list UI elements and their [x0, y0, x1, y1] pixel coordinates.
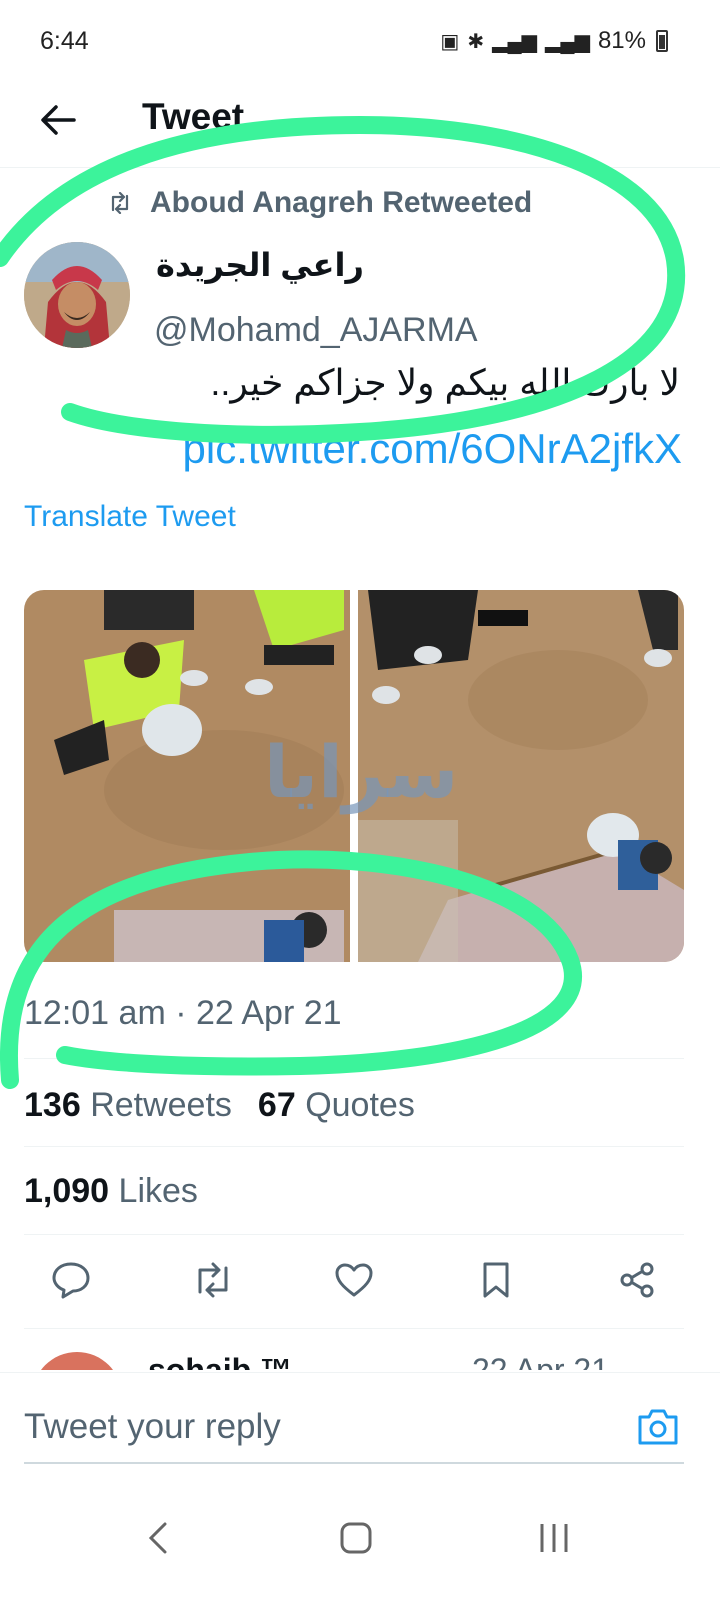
- bookmark-button[interactable]: [471, 1252, 521, 1308]
- camera-button[interactable]: [636, 1407, 680, 1447]
- translate-tweet-link[interactable]: Translate Tweet: [24, 500, 236, 534]
- nav-home-button[interactable]: [326, 1508, 386, 1568]
- reply-button[interactable]: [46, 1252, 96, 1308]
- nav-back-button[interactable]: [128, 1508, 188, 1568]
- reply-avatar: [32, 1352, 122, 1370]
- back-button[interactable]: [30, 92, 86, 148]
- tweet-timestamp: 12:01 am · 22 Apr 21: [24, 994, 342, 1032]
- engagement-stats: 136 Retweets 67 Quotes: [24, 1086, 415, 1125]
- share-button[interactable]: [612, 1252, 662, 1308]
- reply-input[interactable]: Tweet your reply: [24, 1407, 281, 1447]
- retweets-label: Retweets: [90, 1086, 232, 1124]
- likes-count: 1,090: [24, 1172, 110, 1210]
- notification-icon: ▣: [440, 30, 460, 53]
- divider: [24, 1234, 684, 1235]
- bookmark-icon: [483, 1262, 508, 1298]
- divider: [24, 1058, 684, 1059]
- signal-icon: ▂▄▆: [492, 30, 538, 53]
- retweets-count: 136: [24, 1086, 81, 1124]
- likes-stats: 1,090 Likes: [24, 1172, 198, 1211]
- camera-icon: [638, 1409, 678, 1445]
- status-bar: 6:44 ▣ ✱ ▂▄▆ ▂▄▆ 81%: [0, 0, 720, 80]
- status-time: 6:44: [40, 27, 89, 55]
- nav-recents-icon: [540, 1524, 568, 1552]
- share-icon: [620, 1262, 654, 1298]
- signal-4g-icon: ▂▄▆: [545, 30, 590, 53]
- header: Tweet: [0, 80, 720, 168]
- status-icons: ▣ ✱ ▂▄▆ ▂▄▆ 81%: [440, 27, 668, 55]
- watermark: سرايا: [264, 730, 459, 814]
- likes-stat[interactable]: 1,090 Likes: [24, 1172, 198, 1211]
- retweet-small-icon: [111, 192, 129, 214]
- tweet-media-link[interactable]: pic.twitter.com/6ONrA2jfkX: [183, 425, 682, 473]
- page-title: Tweet: [142, 96, 245, 137]
- battery-icon: [656, 30, 668, 52]
- quotes-count: 67: [257, 1086, 296, 1124]
- retweeted-by[interactable]: Aboud Anagreh Retweeted: [108, 186, 532, 220]
- retweeted-by-label: Aboud Anagreh Retweeted: [150, 186, 533, 219]
- like-icon: [335, 1263, 373, 1297]
- reply-icon: [52, 1262, 90, 1299]
- user-handle[interactable]: @Mohamd_AJARMA: [154, 311, 478, 350]
- nav-recents-button[interactable]: [524, 1508, 584, 1568]
- reply-author-name: sohaib ™: [148, 1352, 293, 1370]
- retweets-stat[interactable]: 136 Retweets: [24, 1086, 232, 1125]
- reply-date: 22 Apr 21: [472, 1352, 609, 1370]
- nav-back-icon: [148, 1522, 167, 1554]
- battery-percent: 81%: [597, 27, 646, 54]
- retweet-icon: [198, 1262, 227, 1298]
- avatar[interactable]: [24, 242, 130, 348]
- divider: [24, 1146, 684, 1147]
- quotes-stat[interactable]: 67 Quotes: [258, 1086, 415, 1125]
- retweet-button[interactable]: [188, 1252, 238, 1308]
- back-arrow-icon: [41, 105, 76, 135]
- reply-preview[interactable]: sohaib ™ 22 Apr 21: [0, 1330, 720, 1370]
- tweet-media[interactable]: سرايا: [24, 590, 684, 962]
- quotes-label: Quotes: [305, 1086, 415, 1124]
- tweet-action-bar: [24, 1252, 684, 1312]
- nav-home-icon: [340, 1522, 372, 1554]
- bluetooth-icon: ✱: [467, 30, 485, 53]
- display-name[interactable]: راعي الجريدة: [156, 246, 364, 284]
- divider: [24, 1328, 684, 1329]
- like-button[interactable]: [329, 1252, 379, 1308]
- reply-underline: [24, 1462, 684, 1464]
- likes-label: Likes: [118, 1172, 198, 1210]
- tweet-text: لا بارك الله بيكم ولا جزاكم خير..: [210, 362, 680, 403]
- avatar-image: [24, 242, 130, 348]
- reply-bar: Tweet your reply: [0, 1372, 720, 1464]
- system-navbar: [0, 1480, 720, 1600]
